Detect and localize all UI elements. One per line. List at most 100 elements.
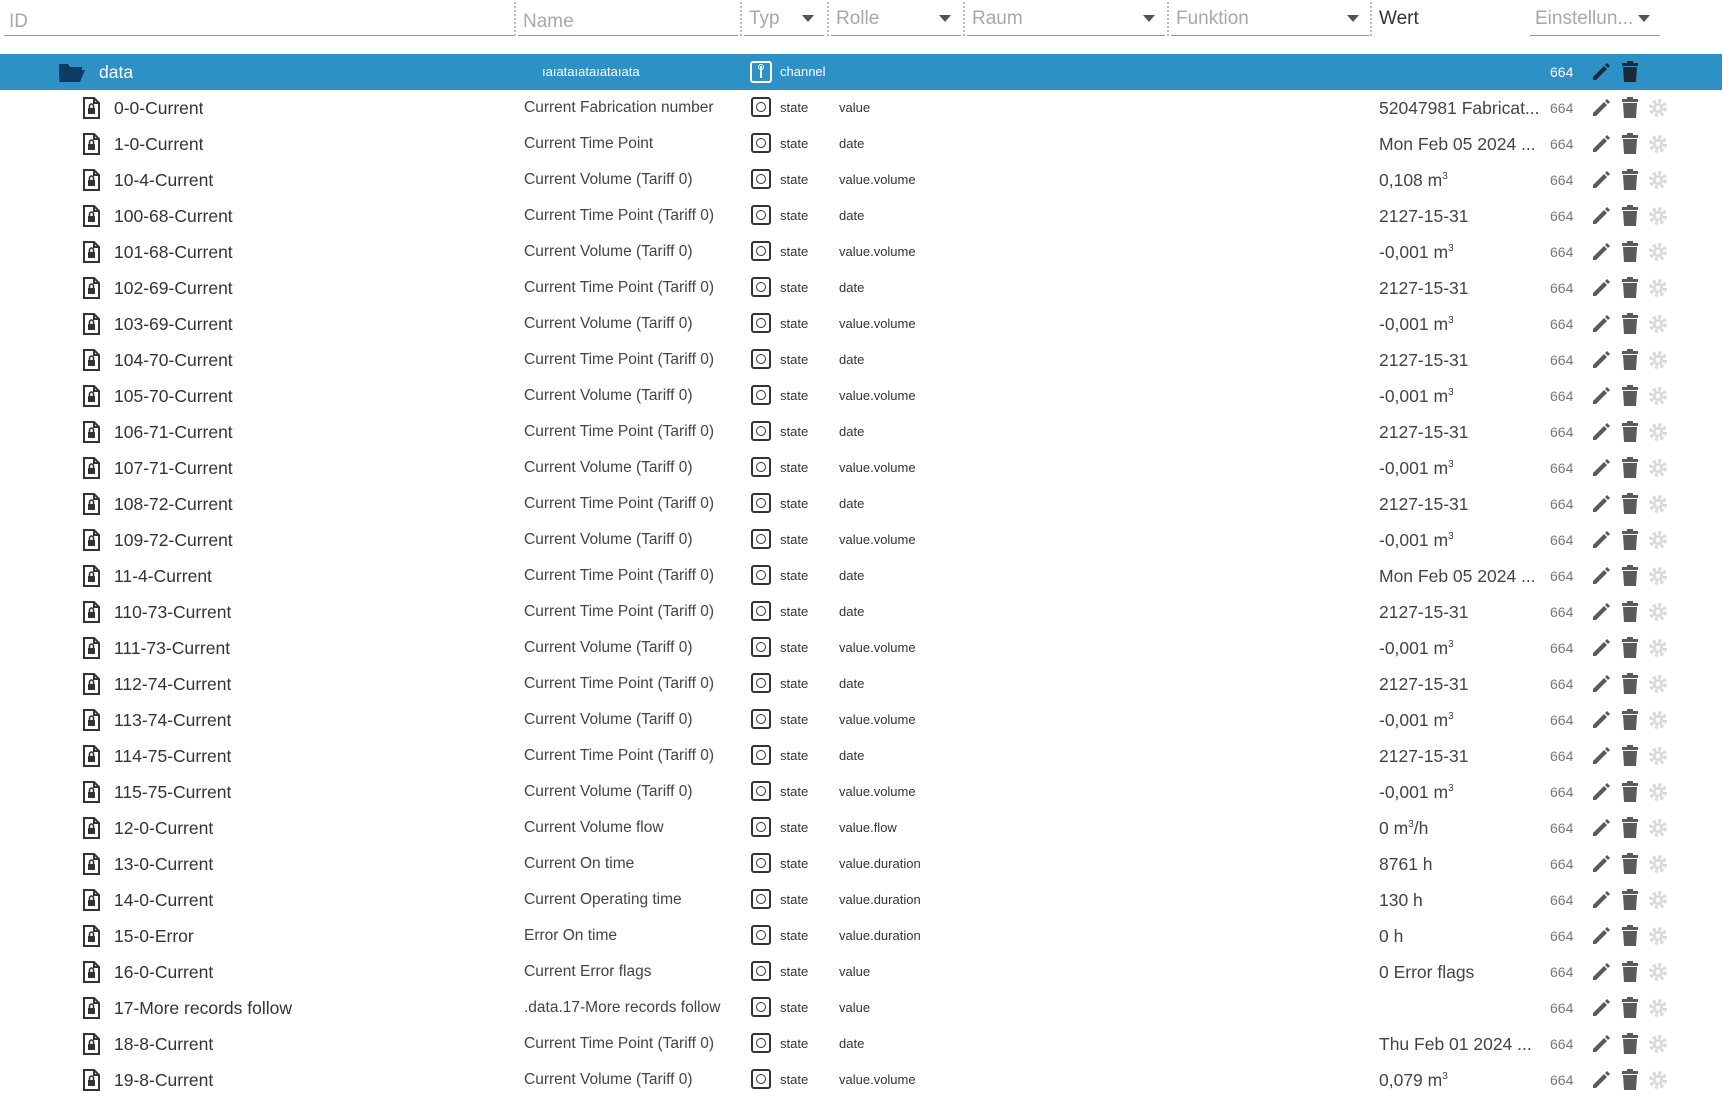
gear-icon[interactable] (1647, 169, 1669, 196)
state-file-icon[interactable] (83, 529, 100, 556)
gear-icon[interactable] (1647, 817, 1669, 844)
state-file-icon[interactable] (83, 817, 100, 844)
table-row[interactable]: 100-68-Current Current Time Point (Tariff… (0, 198, 1722, 234)
column-divider[interactable] (963, 2, 965, 36)
chevron-down-icon[interactable] (1143, 15, 1155, 22)
delete-icon[interactable] (1621, 889, 1639, 916)
row-name[interactable]: Current Time Point (Tariff 0) (524, 594, 730, 630)
row-value[interactable]: -0,001 m3 (1379, 234, 1541, 270)
table-row[interactable]: 12-0-Current Current Volume flow state valu… (0, 810, 1722, 846)
row-name[interactable]: Current Time Point (Tariff 0) (524, 198, 730, 234)
edit-icon[interactable] (1590, 853, 1612, 880)
gear-icon[interactable] (1647, 781, 1669, 808)
edit-icon[interactable] (1590, 457, 1612, 484)
delete-icon[interactable] (1621, 673, 1639, 700)
row-value[interactable]: 2127-15-31 (1379, 414, 1541, 450)
table-row[interactable]: 104-70-Current Current Time Point (Tariff… (0, 342, 1722, 378)
row-name[interactable]: Current Time Point (Tariff 0) (524, 414, 730, 450)
room-filter-select[interactable]: Raum (967, 2, 1165, 36)
edit-icon[interactable] (1590, 709, 1612, 736)
row-value[interactable]: 2127-15-31 (1379, 486, 1541, 522)
delete-icon[interactable] (1621, 529, 1639, 556)
folder-open-icon[interactable] (58, 61, 86, 88)
edit-icon[interactable] (1590, 673, 1612, 700)
row-name[interactable]: Current Time Point (Tariff 0) (524, 558, 730, 594)
table-row[interactable]: 14-0-Current Current Operating time state v… (0, 882, 1722, 918)
row-value[interactable]: -0,001 m3 (1379, 378, 1541, 414)
delete-icon[interactable] (1621, 601, 1639, 628)
row-value[interactable]: 2127-15-31 (1379, 666, 1541, 702)
row-name[interactable]: Current Time Point (Tariff 0) (524, 342, 730, 378)
edit-icon[interactable] (1590, 493, 1612, 520)
state-file-icon[interactable] (83, 781, 100, 808)
gear-icon[interactable] (1647, 565, 1669, 592)
id-filter[interactable] (4, 2, 514, 36)
edit-icon[interactable] (1590, 277, 1612, 304)
delete-icon[interactable] (1621, 349, 1639, 376)
gear-icon[interactable] (1647, 673, 1669, 700)
state-file-icon[interactable] (83, 853, 100, 880)
edit-icon[interactable] (1590, 925, 1612, 952)
row-name[interactable]: Error On time (524, 918, 730, 954)
gear-icon[interactable] (1647, 385, 1669, 412)
type-filter-select[interactable]: Typ (744, 2, 824, 36)
table-row[interactable]: 111-73-Current Current Volume (Tariff 0) s… (0, 630, 1722, 666)
edit-icon[interactable] (1590, 961, 1612, 988)
state-file-icon[interactable] (83, 637, 100, 664)
state-file-icon[interactable] (83, 1033, 100, 1060)
delete-icon[interactable] (1621, 493, 1639, 520)
table-row[interactable]: 11-4-Current Current Time Point (Tariff 0… (0, 558, 1722, 594)
row-value[interactable]: -0,001 m3 (1379, 522, 1541, 558)
row-value[interactable]: Mon Feb 05 2024 ... (1379, 558, 1541, 594)
gear-icon[interactable] (1647, 961, 1669, 988)
row-value[interactable]: 0 Error flags (1379, 954, 1541, 990)
state-file-icon[interactable] (83, 997, 100, 1024)
row-name[interactable]: Current Volume (Tariff 0) (524, 702, 730, 738)
state-file-icon[interactable] (83, 241, 100, 268)
row-name[interactable]: Current Volume (Tariff 0) (524, 306, 730, 342)
table-row[interactable]: 105-70-Current Current Volume (Tariff 0) s… (0, 378, 1722, 414)
gear-icon[interactable] (1647, 277, 1669, 304)
gear-icon[interactable] (1647, 133, 1669, 160)
edit-icon[interactable] (1590, 601, 1612, 628)
edit-icon[interactable] (1590, 745, 1612, 772)
table-row[interactable]: 16-0-Current Current Error flags state valu… (0, 954, 1722, 990)
state-file-icon[interactable] (83, 169, 100, 196)
row-value[interactable]: 2127-15-31 (1379, 270, 1541, 306)
gear-icon[interactable] (1647, 241, 1669, 268)
row-name[interactable]: Current Volume (Tariff 0) (524, 162, 730, 198)
delete-icon[interactable] (1621, 961, 1639, 988)
gear-icon[interactable] (1647, 97, 1669, 124)
delete-icon[interactable] (1621, 169, 1639, 196)
delete-icon[interactable] (1621, 1033, 1639, 1060)
gear-icon[interactable] (1647, 1069, 1669, 1096)
state-file-icon[interactable] (83, 709, 100, 736)
edit-icon[interactable] (1590, 529, 1612, 556)
row-value[interactable]: -0,001 m3 (1379, 450, 1541, 486)
row-value[interactable]: 0 m3/h (1379, 810, 1541, 846)
column-divider[interactable] (740, 2, 742, 36)
state-file-icon[interactable] (83, 385, 100, 412)
state-file-icon[interactable] (83, 277, 100, 304)
table-row[interactable]: 0-0-Current Current Fabrication number sta… (0, 90, 1722, 126)
edit-icon[interactable] (1590, 889, 1612, 916)
row-value[interactable]: 0 h (1379, 918, 1541, 954)
table-row[interactable]: 106-71-Current Current Time Point (Tariff… (0, 414, 1722, 450)
table-row[interactable]: 112-74-Current Current Time Point (Tariff… (0, 666, 1722, 702)
chevron-down-icon[interactable] (1638, 15, 1650, 22)
edit-icon[interactable] (1590, 349, 1612, 376)
row-name[interactable]: Current Time Point (Tariff 0) (524, 486, 730, 522)
row-value[interactable]: Thu Feb 01 2024 ... (1379, 1026, 1541, 1062)
row-value[interactable]: 2127-15-31 (1379, 198, 1541, 234)
state-file-icon[interactable] (83, 205, 100, 232)
gear-icon[interactable] (1647, 709, 1669, 736)
table-row[interactable]: 114-75-Current Current Time Point (Tariff… (0, 738, 1722, 774)
state-file-icon[interactable] (83, 601, 100, 628)
row-name[interactable]: Current Time Point (Tariff 0) (524, 270, 730, 306)
name-filter-input[interactable] (518, 2, 738, 35)
function-filter-select[interactable]: Funktion (1171, 2, 1369, 36)
edit-icon[interactable] (1590, 241, 1612, 268)
column-divider[interactable] (1167, 2, 1169, 36)
gear-icon[interactable] (1647, 997, 1669, 1024)
gear-icon[interactable] (1647, 313, 1669, 340)
